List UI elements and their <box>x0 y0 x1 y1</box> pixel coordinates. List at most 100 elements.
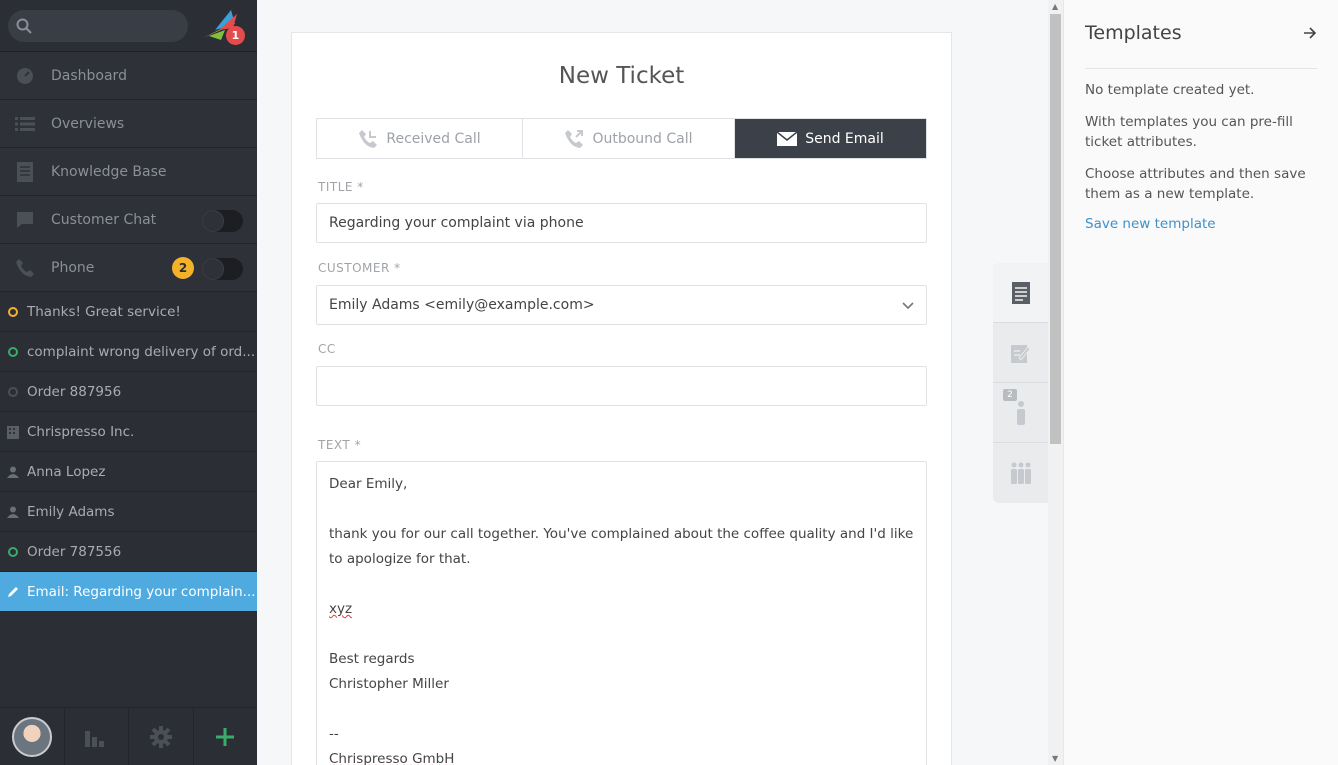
customer-label: CUSTOMER * <box>318 261 401 275</box>
nav-customer-chat-label: Customer Chat <box>51 211 157 228</box>
avatar <box>11 716 52 757</box>
reports-button[interactable] <box>65 708 129 765</box>
misspelled-word: xyz <box>329 601 353 617</box>
templates-empty-text: No template created yet. <box>1085 82 1255 98</box>
bar-chart-icon <box>85 730 105 747</box>
task-item[interactable]: Emily Adams <box>0 492 257 532</box>
body-line: Chrispresso GmbH <box>329 747 914 765</box>
add-new-button[interactable] <box>194 708 258 765</box>
document-icon <box>1011 281 1030 304</box>
body-editor[interactable]: Dear Emily, thank you for our call toget… <box>316 461 927 765</box>
signature-company: Chrispresso GmbH <box>329 751 455 765</box>
customer-select[interactable]: Emily Adams <emily@example.com> <box>316 285 927 325</box>
sidebar-tools: 2 <box>993 263 1048 503</box>
nav-customer-chat[interactable]: Customer Chat <box>0 196 257 244</box>
task-item[interactable]: Order 887956 <box>0 372 257 412</box>
task-label: Emily Adams <box>27 503 115 520</box>
dashboard-icon <box>12 63 38 89</box>
tab-send-email-label: Send Email <box>805 130 884 147</box>
task-item[interactable]: Anna Lopez <box>0 452 257 492</box>
scroll-thumb[interactable] <box>1050 14 1061 444</box>
book-icon <box>12 159 38 185</box>
tab-send-email[interactable]: Send Email <box>735 119 926 158</box>
user-icon <box>6 505 20 519</box>
nav-overviews[interactable]: Overviews <box>0 100 257 148</box>
main-scrollbar[interactable]: ▲ ▼ <box>1048 0 1063 765</box>
task-item[interactable]: Thanks! Great service! <box>0 292 257 332</box>
body-blank <box>329 497 914 522</box>
task-item[interactable]: Chrispresso Inc. <box>0 412 257 452</box>
task-item[interactable]: Order 787556 <box>0 532 257 572</box>
sidebar: 1 Dashboard Overviews Knowledge Base Cus… <box>0 0 257 765</box>
templates-info-text: With templates you can pre-fill ticket a… <box>1085 113 1293 151</box>
templates-title: Templates <box>1085 22 1182 44</box>
body-line: Christopher Miller <box>329 676 449 692</box>
received-call-icon <box>359 129 378 148</box>
body-line: -- <box>329 726 339 742</box>
ticket-new-icon <box>6 545 20 559</box>
user-icon <box>6 465 20 479</box>
title-field[interactable]: Regarding your complaint via phone <box>316 203 927 243</box>
nav-knowledge-base[interactable]: Knowledge Base <box>0 148 257 196</box>
save-new-template-link[interactable]: Save new template <box>1085 216 1317 232</box>
templates-panel: Templates No template created yet. With … <box>1063 0 1338 765</box>
ticket-closed-icon <box>6 385 20 399</box>
list-icon <box>12 111 38 137</box>
cc-label: CC <box>318 342 336 356</box>
settings-button[interactable] <box>129 708 194 765</box>
plus-icon <box>216 727 235 746</box>
edit-tool-button[interactable] <box>993 323 1048 383</box>
customer-chat-toggle[interactable] <box>202 210 243 232</box>
page-title: New Ticket <box>558 63 685 89</box>
templates-info-text: Choose attributes and then save them as … <box>1085 165 1306 203</box>
body-blank <box>329 697 914 722</box>
scroll-up-arrow[interactable]: ▲ <box>1052 2 1058 11</box>
templates-header: Templates <box>1085 0 1317 69</box>
edit-document-icon <box>1010 344 1031 363</box>
ticket-open-icon <box>6 305 20 319</box>
body-line: thank you for our call together. You've … <box>329 526 914 567</box>
new-ticket-form: New Ticket Received Call Outbound Call S… <box>291 32 952 765</box>
body-line: Best regards <box>329 651 415 667</box>
task-label: Anna Lopez <box>27 463 106 480</box>
ticket-type-tabs: Received Call Outbound Call Send Email <box>316 118 927 159</box>
templates-tool-button[interactable] <box>993 263 1048 323</box>
tab-received-call[interactable]: Received Call <box>317 119 523 158</box>
task-label: complaint wrong delivery of ord... <box>27 343 256 360</box>
tab-outbound-call-label: Outbound Call <box>592 130 693 147</box>
body-line: Dear Emily, <box>329 476 408 492</box>
organization-icon <box>6 425 20 439</box>
customer-value: Emily Adams <emily@example.com> <box>329 297 595 313</box>
task-label: Order 787556 <box>27 543 122 560</box>
ticket-new-icon <box>6 345 20 359</box>
tab-outbound-call[interactable]: Outbound Call <box>523 119 735 158</box>
phone-toggle[interactable] <box>202 258 243 280</box>
customer-tool-button[interactable]: 2 <box>993 383 1048 443</box>
cc-field[interactable] <box>316 366 927 406</box>
chevron-down-icon <box>902 302 914 310</box>
text-label: TEXT * <box>318 438 362 452</box>
body-blank <box>329 622 914 647</box>
search-icon <box>16 18 32 34</box>
organization-tool-button[interactable] <box>993 443 1048 503</box>
nav-overviews-label: Overviews <box>51 115 125 132</box>
task-label: Email: Regarding your complain... <box>27 583 256 600</box>
gear-icon <box>149 725 172 748</box>
customer-count-badge: 2 <box>1003 389 1017 401</box>
avatar-button[interactable] <box>0 708 65 765</box>
task-item[interactable]: complaint wrong delivery of ord... <box>0 332 257 372</box>
nav-dashboard[interactable]: Dashboard <box>0 52 257 100</box>
task-label: Chrispresso Inc. <box>27 423 135 440</box>
task-item-active[interactable]: Email: Regarding your complain... <box>0 572 257 612</box>
sidebar-search-row: 1 <box>0 0 257 52</box>
search-input[interactable] <box>8 9 188 42</box>
sidebar-footer <box>0 707 257 765</box>
chat-icon <box>12 207 38 233</box>
body-line: xyz <box>329 597 914 622</box>
outbound-call-icon <box>565 129 584 148</box>
nav-dashboard-label: Dashboard <box>51 67 127 84</box>
phone-icon <box>12 255 38 281</box>
arrow-right-icon[interactable] <box>1303 27 1317 39</box>
nav-phone[interactable]: Phone 2 <box>0 244 257 292</box>
scroll-down-arrow[interactable]: ▼ <box>1052 754 1058 763</box>
